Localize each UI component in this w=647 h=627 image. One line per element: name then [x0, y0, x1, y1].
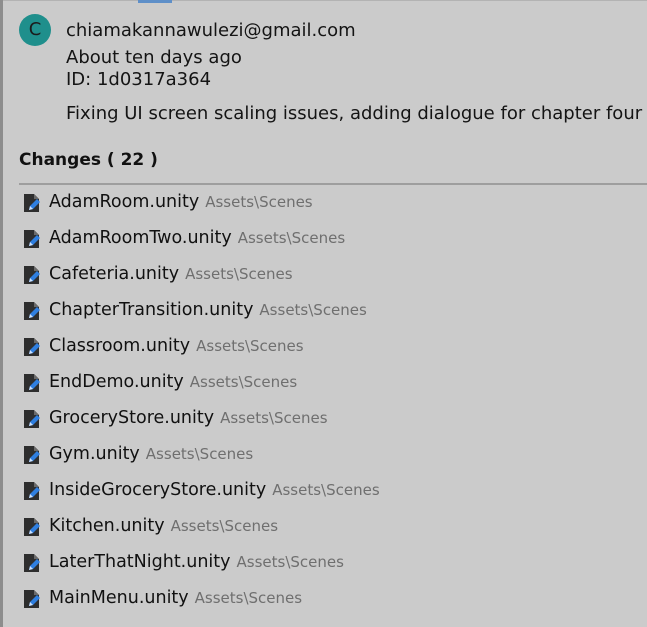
- file-path: Assets\Scenes: [205, 193, 313, 211]
- changed-file-row[interactable]: InsideGroceryStore.unity Assets\Scenes: [19, 473, 647, 509]
- file-name: EndDemo.unity: [49, 372, 184, 392]
- changed-file-text: GroceryStore.unity Assets\Scenes: [49, 406, 328, 430]
- modified-file-icon: [22, 373, 42, 393]
- file-name: Kitchen.unity: [49, 516, 165, 536]
- author-email: chiamakannawulezi@gmail.com: [66, 20, 356, 41]
- changes-header: Changes ( 22 ): [19, 150, 158, 170]
- modified-file-icon: [22, 229, 42, 249]
- file-path: Assets\Scenes: [196, 337, 304, 355]
- file-path: Assets\Scenes: [170, 517, 279, 535]
- file-name: Classroom.unity: [49, 336, 191, 356]
- author-avatar: C: [19, 14, 51, 46]
- changed-file-row[interactable]: Cafeteria.unity Assets\Scenes: [19, 257, 647, 293]
- modified-file-icon: [22, 193, 42, 213]
- modified-file-icon: [22, 517, 42, 537]
- commit-details: C chiamakannawulezi@gmail.com About ten …: [0, 0, 647, 140]
- changed-file-row[interactable]: Kitchen.unity Assets\Scenes: [19, 509, 647, 545]
- changed-file-text: EndDemo.unity Assets\Scenes: [49, 370, 297, 394]
- file-name: MainMenu.unity: [49, 588, 189, 608]
- modified-file-icon: [22, 445, 42, 465]
- commit-message: Fixing UI screen scaling issues, adding …: [66, 103, 643, 124]
- changed-file-row[interactable]: LaterThatNight.unity Assets\Scenes: [19, 545, 647, 581]
- file-name: ChapterTransition.unity: [49, 300, 254, 320]
- changed-file-text: Classroom.unity Assets\Scenes: [49, 334, 304, 358]
- changed-file-text: AdamRoomTwo.unity Assets\Scenes: [49, 226, 345, 250]
- changed-files-list: AdamRoom.unity Assets\Scenes AdamRoomTwo.u…: [19, 185, 647, 617]
- modified-file-icon: [22, 481, 42, 501]
- file-path: Assets\Scenes: [194, 589, 303, 607]
- file-path: Assets\Scenes: [259, 301, 367, 319]
- file-path: Assets\Scenes: [189, 373, 298, 391]
- changed-file-text: LaterThatNight.unity Assets\Scenes: [49, 550, 344, 574]
- changed-file-row[interactable]: GroceryStore.unity Assets\Scenes: [19, 401, 647, 437]
- commit-timestamp: About ten days ago: [66, 47, 242, 68]
- changed-file-text: InsideGroceryStore.unity Assets\Scenes: [49, 478, 380, 502]
- file-name: AdamRoom.unity: [49, 192, 200, 212]
- changed-file-text: Kitchen.unity Assets\Scenes: [49, 514, 278, 538]
- changed-file-text: Cafeteria.unity Assets\Scenes: [49, 262, 293, 286]
- modified-file-icon: [22, 337, 42, 357]
- file-name: Cafeteria.unity: [49, 264, 180, 284]
- modified-file-icon: [22, 265, 42, 285]
- changed-file-row[interactable]: AdamRoomTwo.unity Assets\Scenes: [19, 221, 647, 257]
- changed-file-row[interactable]: Gym.unity Assets\Scenes: [19, 437, 647, 473]
- modified-file-icon: [22, 301, 42, 321]
- changed-file-row[interactable]: ChapterTransition.unity Assets\Scenes: [19, 293, 647, 329]
- modified-file-icon: [22, 553, 42, 573]
- file-name: InsideGroceryStore.unity: [49, 480, 267, 500]
- file-path: Assets\Scenes: [145, 445, 254, 463]
- file-path: Assets\Scenes: [236, 553, 344, 571]
- modified-file-icon: [22, 409, 42, 429]
- commit-id: ID: 1d0317a364: [66, 69, 212, 90]
- changed-file-row[interactable]: Classroom.unity Assets\Scenes: [19, 329, 647, 365]
- file-path: Assets\Scenes: [272, 481, 380, 499]
- changed-file-row[interactable]: EndDemo.unity Assets\Scenes: [19, 365, 647, 401]
- file-name: LaterThatNight.unity: [49, 552, 231, 572]
- file-name: GroceryStore.unity: [49, 408, 215, 428]
- file-name: AdamRoomTwo.unity: [49, 228, 232, 248]
- file-name: Gym.unity: [49, 444, 140, 464]
- modified-file-icon: [22, 589, 42, 609]
- file-path: Assets\Scenes: [185, 265, 293, 283]
- file-path: Assets\Scenes: [220, 409, 328, 427]
- changed-file-row[interactable]: MainMenu.unity Assets\Scenes: [19, 581, 647, 617]
- changed-file-text: ChapterTransition.unity Assets\Scenes: [49, 298, 367, 322]
- changed-file-text: MainMenu.unity Assets\Scenes: [49, 586, 302, 610]
- file-path: Assets\Scenes: [237, 229, 346, 247]
- changed-file-text: Gym.unity Assets\Scenes: [49, 442, 253, 466]
- changed-file-text: AdamRoom.unity Assets\Scenes: [49, 190, 313, 214]
- changed-file-row[interactable]: AdamRoom.unity Assets\Scenes: [19, 185, 647, 221]
